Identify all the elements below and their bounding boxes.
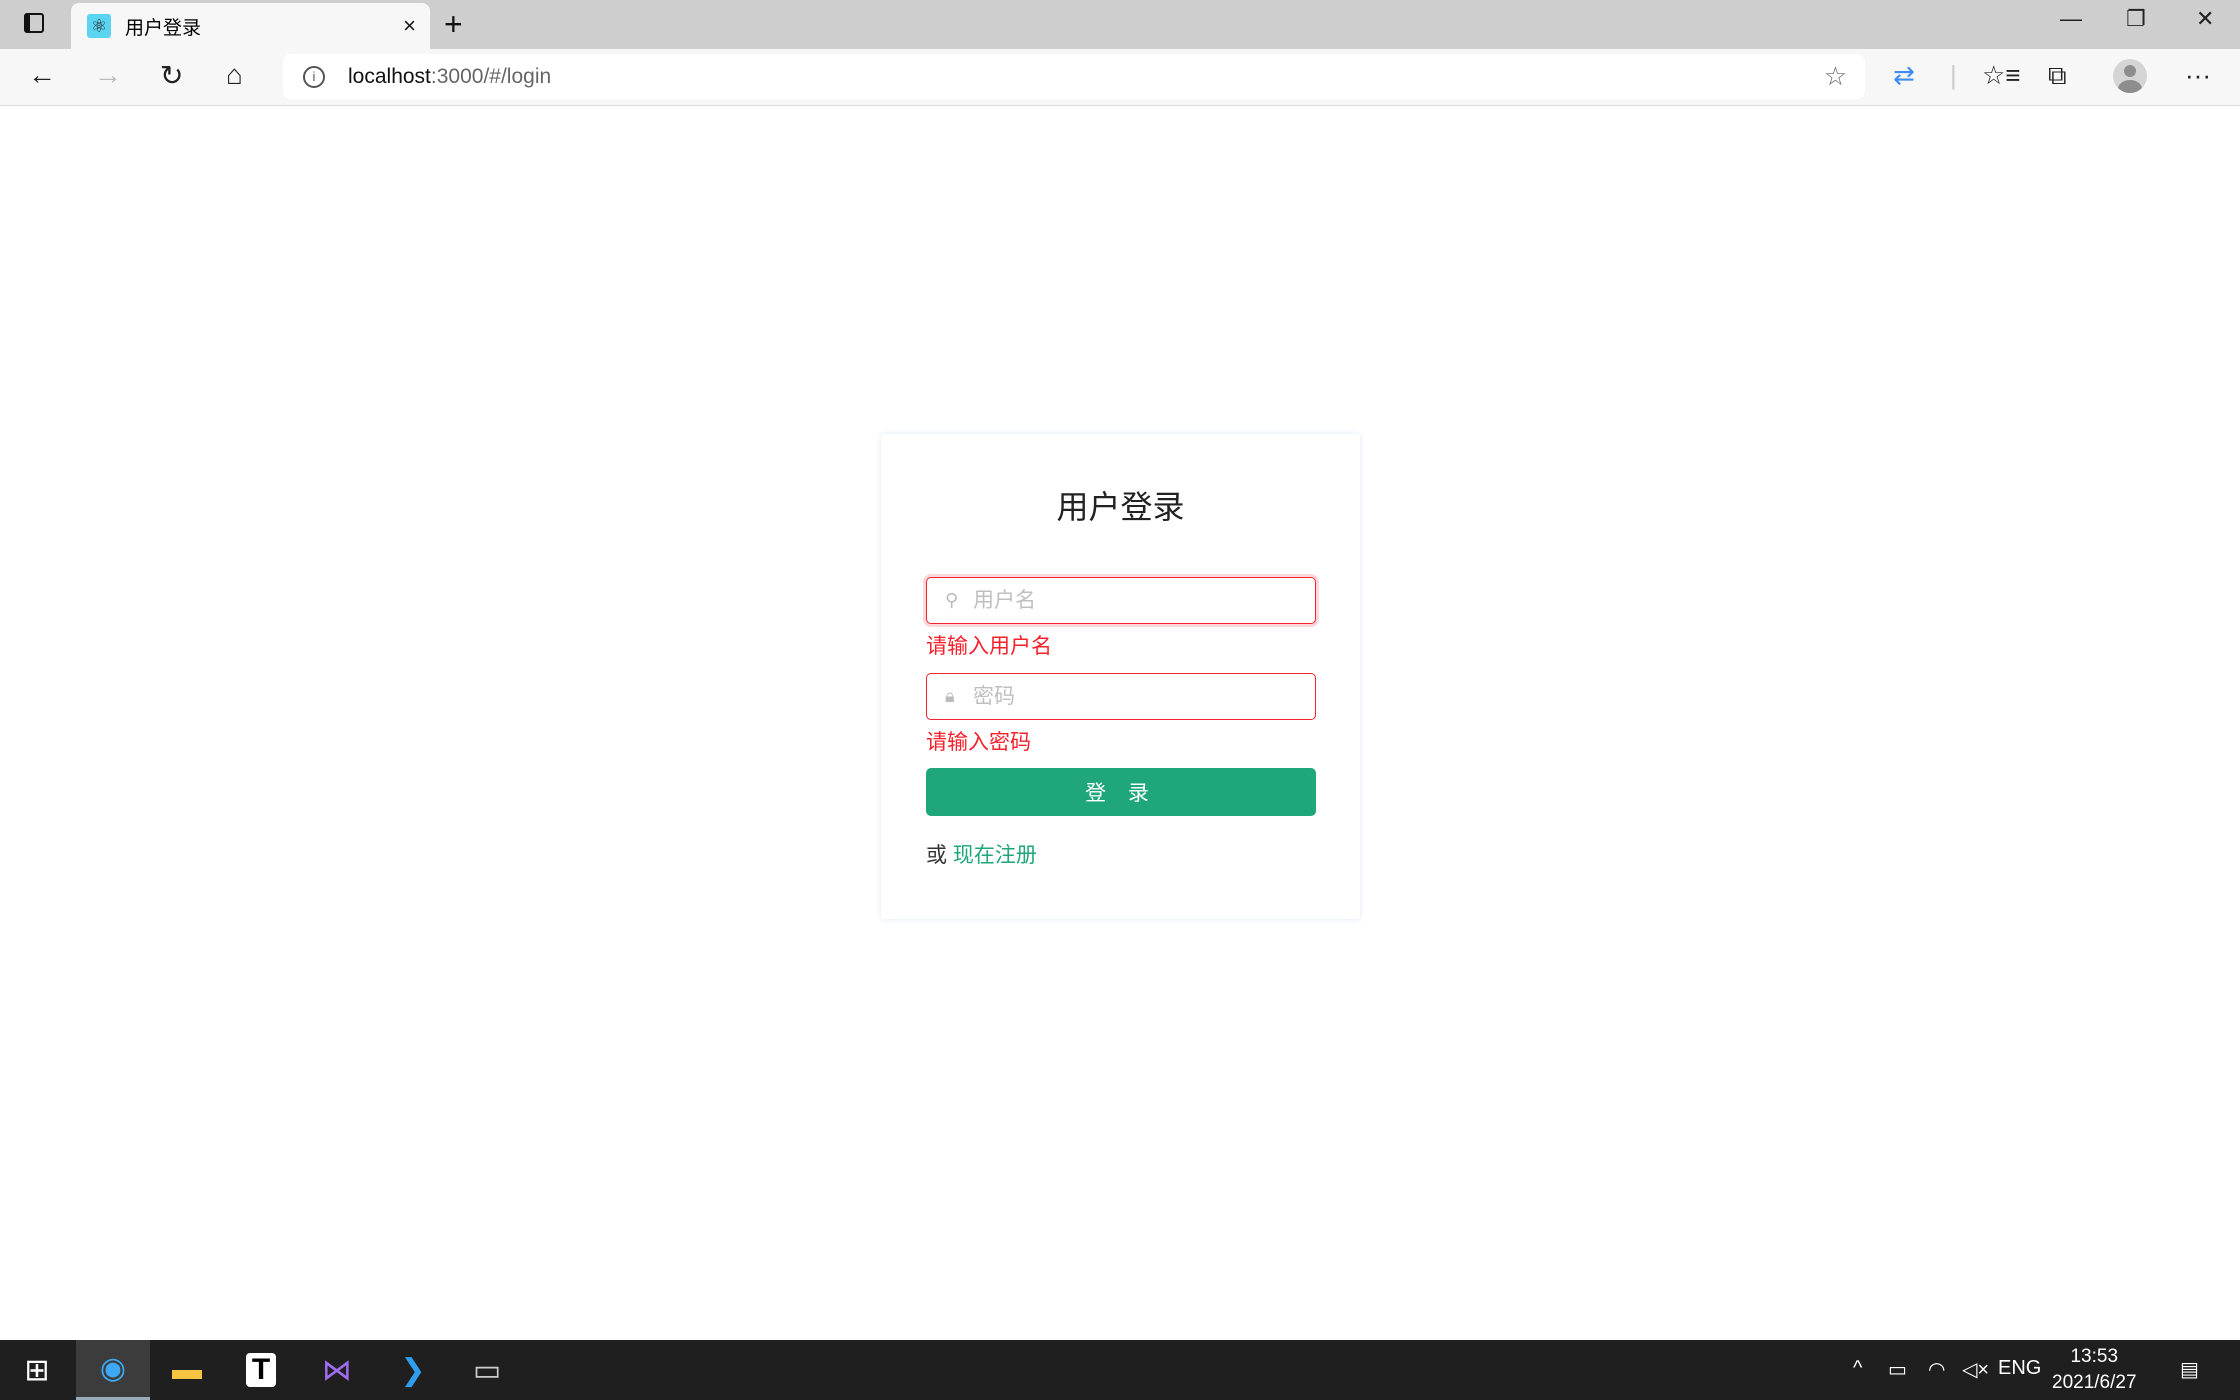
battery-icon[interactable]: ▭	[1888, 1357, 1907, 1382]
lock-icon: 🔒︎	[945, 686, 965, 707]
login-button[interactable]: 登 录	[926, 768, 1316, 816]
register-link[interactable]: 现在注册	[953, 844, 1037, 867]
new-tab-button[interactable]: +	[444, 6, 463, 43]
username-input[interactable]	[973, 589, 1293, 613]
url-text: localhost:3000/#/login	[348, 65, 551, 89]
password-input[interactable]	[973, 685, 1293, 709]
password-error: 请输入密码	[926, 726, 1031, 756]
edge-taskbar-icon[interactable]: ◉	[76, 1340, 150, 1400]
back-button[interactable]: ←	[28, 59, 56, 91]
username-field[interactable]: ⚲	[926, 577, 1316, 624]
volume-muted-icon[interactable]: ◁×	[1962, 1357, 1989, 1382]
wifi-icon[interactable]: ◠	[1928, 1357, 1945, 1382]
notifications-icon[interactable]: ▤	[2180, 1357, 2199, 1382]
more-menu-icon[interactable]: ···	[2185, 60, 2211, 91]
start-button[interactable]: ⊞	[0, 1340, 74, 1400]
tab-login[interactable]: ⚛ 用户登录 ×	[71, 3, 430, 49]
page-title: 用户登录	[881, 482, 1360, 528]
time: 13:53	[2052, 1344, 2137, 1370]
tab-strip: ⚛ 用户登录 × + — ❐ ✕	[0, 0, 2240, 49]
terminal-icon[interactable]: ▭	[450, 1340, 524, 1400]
language-indicator[interactable]: ENG	[1998, 1357, 2041, 1380]
react-favicon-icon: ⚛	[87, 14, 111, 38]
taskbar: ⊞ ◉ ▬ T ⋈ ❯ ▭ ^ ▭ ◠ ◁× ENG 13:532021/6/2…	[0, 1340, 2240, 1400]
date: 2021/6/27	[2052, 1370, 2137, 1396]
login-card: 用户登录 ⚲ 请输入用户名 🔒︎ 请输入密码 登 录 或 现在注册	[881, 434, 1360, 919]
home-button[interactable]: ⌂	[226, 59, 243, 91]
address-bar[interactable]: i localhost:3000/#/login ☆	[283, 54, 1865, 99]
minimize-button[interactable]: —	[2060, 6, 2082, 32]
file-explorer-icon[interactable]: ▬	[150, 1340, 224, 1400]
info-icon[interactable]: i	[303, 66, 325, 88]
user-icon: ⚲	[945, 590, 965, 611]
tray-chevron-icon[interactable]: ^	[1853, 1357, 1862, 1380]
add-favorite-icon[interactable]: ☆	[1824, 61, 1847, 92]
tab-actions-icon[interactable]	[24, 13, 44, 33]
vscode-icon[interactable]: ❯	[376, 1340, 450, 1400]
close-window-button[interactable]: ✕	[2196, 6, 2214, 32]
tab-title: 用户登录	[125, 13, 201, 40]
refresh-button[interactable]: ↻	[160, 59, 183, 92]
password-field[interactable]: 🔒︎	[926, 673, 1316, 720]
restore-button[interactable]: ❐	[2126, 6, 2146, 32]
close-tab-button[interactable]: ×	[403, 13, 416, 39]
visual-studio-icon[interactable]: ⋈	[300, 1340, 374, 1400]
browser-toolbar: ← → ↻ ⌂ i localhost:3000/#/login ☆ ⇄ | ☆…	[0, 49, 2240, 106]
typora-icon[interactable]: T	[224, 1340, 298, 1400]
sync-icon[interactable]: ⇄	[1893, 60, 1915, 91]
profile-avatar[interactable]	[2113, 59, 2147, 93]
register-prompt: 或 现在注册	[926, 839, 1037, 869]
username-error: 请输入用户名	[926, 630, 1052, 660]
favorites-icon[interactable]: ☆≡	[1982, 60, 2020, 91]
collections-icon[interactable]: ⧉	[2048, 60, 2067, 92]
or-text: 或	[926, 844, 947, 867]
forward-button[interactable]: →	[94, 59, 122, 91]
clock[interactable]: 13:532021/6/27	[2052, 1344, 2137, 1396]
toolbar-divider: |	[1950, 60, 1957, 91]
